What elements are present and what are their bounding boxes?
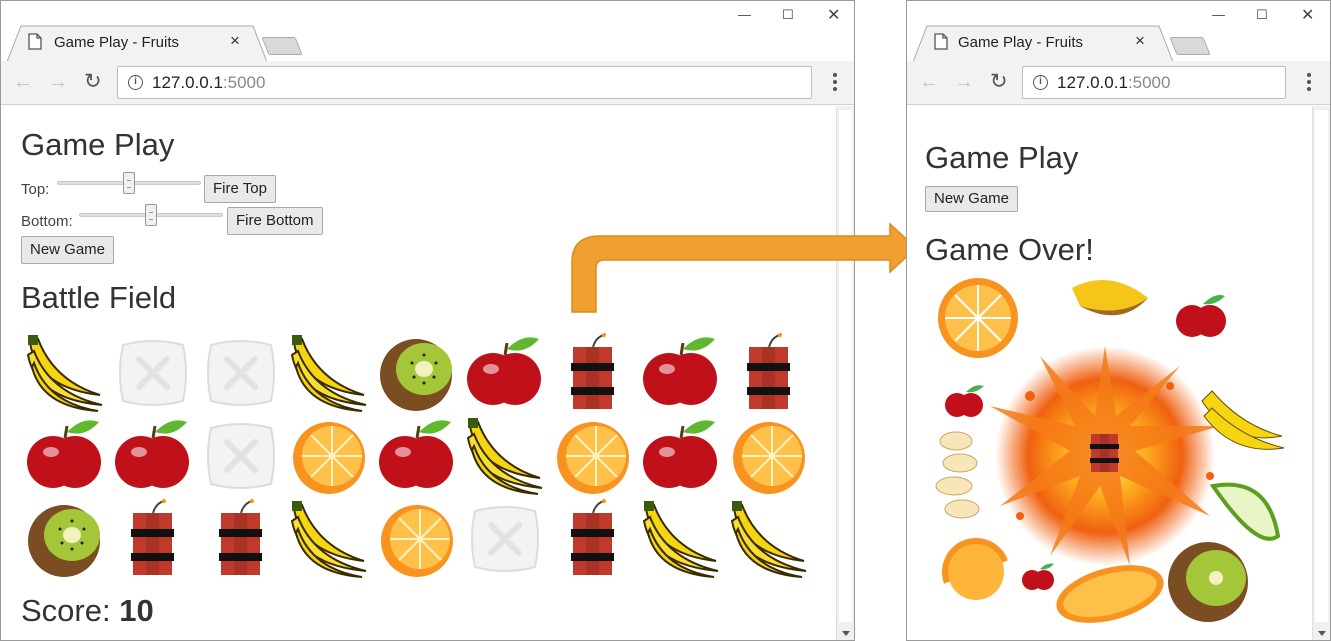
kiwi-icon — [21, 497, 109, 580]
top-label: Top: — [21, 181, 50, 198]
browser-toolbar: ← → ↻ i 127.0.0.1:5000 — [907, 61, 1330, 105]
apple-icon — [373, 414, 461, 497]
orange-icon — [725, 414, 813, 497]
new-game-button[interactable]: New Game — [925, 186, 1019, 212]
top-slider[interactable] — [57, 172, 201, 194]
dynamite-icon — [197, 497, 285, 580]
transition-arrow-icon — [571, 222, 918, 313]
scrollbar[interactable] — [836, 106, 854, 640]
banana-icon — [285, 331, 373, 414]
tab-close-icon[interactable]: × — [230, 31, 240, 51]
dynamite-icon — [725, 331, 813, 414]
address-bar[interactable]: i 127.0.0.1:5000 — [1022, 66, 1286, 99]
apple-icon — [945, 385, 984, 417]
minimize-icon[interactable]: — — [1212, 7, 1225, 22]
bottom-slider-handle[interactable] — [145, 204, 157, 226]
battlefield-title: Battle Field — [21, 280, 177, 315]
mango-icon — [1072, 280, 1148, 316]
browser-menu-icon[interactable] — [832, 71, 838, 93]
url-text: 127.0.0.1:5000 — [152, 73, 266, 92]
banana-icon — [21, 331, 109, 414]
page-title: Game Play — [925, 140, 1079, 175]
close-window-icon[interactable]: ✕ — [1301, 5, 1314, 25]
back-icon[interactable]: ← — [13, 71, 33, 93]
browser-menu-icon[interactable] — [1306, 71, 1312, 93]
browser-window-left: — ☐ ✕ Game Play - Fruits × ← → ↻ i 127.0… — [0, 0, 855, 641]
empty-icon — [197, 331, 285, 414]
maximize-icon[interactable]: ☐ — [1256, 7, 1268, 23]
scrollbar[interactable] — [1312, 106, 1330, 640]
apple-icon — [461, 331, 549, 414]
forward-icon[interactable]: → — [954, 71, 974, 93]
tab-strip: — ☐ ✕ Game Play - Fruits × — [907, 1, 1330, 62]
empty-icon — [197, 414, 285, 497]
kiwi-icon — [1168, 542, 1248, 622]
dynamite-icon — [549, 331, 637, 414]
tab-title: Game Play - Fruits — [54, 34, 180, 51]
empty-icon — [109, 331, 197, 414]
apple-icon — [1022, 563, 1054, 590]
tab-close-icon[interactable]: × — [1135, 31, 1145, 51]
info-icon[interactable]: i — [128, 75, 143, 90]
new-game-button[interactable]: New Game — [21, 236, 115, 264]
banana-slices-icon — [935, 431, 980, 519]
bottom-slider[interactable] — [79, 204, 223, 226]
tab-strip: — ☐ ✕ Game Play - Fruits × — [1, 1, 854, 62]
dynamite-icon — [1090, 434, 1119, 472]
browser-toolbar: ← → ↻ i 127.0.0.1:5000 — [1, 61, 854, 105]
page-title: Game Play — [21, 127, 175, 162]
page-icon — [28, 33, 42, 50]
dynamite-icon — [109, 497, 197, 580]
fire-top-button[interactable]: Fire Top — [204, 175, 276, 203]
info-icon[interactable]: i — [1033, 75, 1048, 90]
apple-icon — [21, 414, 109, 497]
orange-icon — [285, 414, 373, 497]
apple-icon — [1176, 295, 1226, 337]
bottom-label: Bottom: — [21, 213, 73, 230]
banana-icon — [725, 497, 813, 580]
game-over-explosion-scene — [935, 278, 1285, 623]
kiwi-icon — [373, 331, 461, 414]
battlefield-grid — [21, 331, 813, 580]
banana-icon — [461, 414, 549, 497]
tab-title: Game Play - Fruits — [958, 34, 1084, 51]
apple-icon — [109, 414, 197, 497]
back-icon[interactable]: ← — [919, 71, 939, 93]
apple-icon — [637, 414, 725, 497]
empty-icon — [461, 497, 549, 580]
score: Score: 10 — [21, 593, 154, 628]
reload-icon[interactable]: ↻ — [990, 71, 1008, 93]
banana-icon — [285, 497, 373, 580]
banana-icon — [1201, 390, 1285, 450]
new-tab-button[interactable] — [1169, 37, 1211, 55]
close-window-icon[interactable]: ✕ — [827, 5, 840, 25]
address-bar[interactable]: i 127.0.0.1:5000 — [117, 66, 812, 99]
top-slider-handle[interactable] — [123, 172, 135, 194]
green-apple-slice-icon — [1209, 482, 1281, 541]
banana-icon — [637, 497, 725, 580]
fire-bottom-button[interactable]: Fire Bottom — [227, 207, 323, 235]
game-over-heading: Game Over! — [925, 232, 1094, 267]
orange-icon — [549, 414, 637, 497]
url-text: 127.0.0.1:5000 — [1057, 73, 1171, 92]
maximize-icon[interactable]: ☐ — [782, 7, 794, 23]
orange-icon — [373, 497, 461, 580]
new-tab-button[interactable] — [261, 37, 303, 55]
apple-icon — [637, 331, 725, 414]
reload-icon[interactable]: ↻ — [84, 71, 102, 93]
orange-icon — [942, 538, 1008, 600]
score-value: 10 — [119, 593, 154, 628]
page-icon — [934, 33, 948, 50]
forward-icon[interactable]: → — [48, 71, 68, 93]
orange-icon — [938, 278, 1018, 358]
minimize-icon[interactable]: — — [738, 7, 751, 22]
dynamite-icon — [549, 497, 637, 580]
